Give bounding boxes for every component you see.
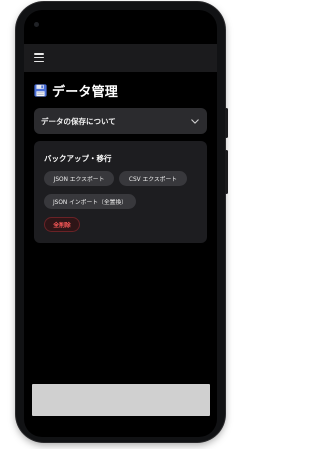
phone-side-button <box>225 108 228 138</box>
delete-all-button[interactable]: 全削除 <box>44 217 80 232</box>
floppy-disk-icon <box>34 84 47 97</box>
storage-info-accordion[interactable]: データの保存について <box>34 108 207 134</box>
hamburger-menu-icon[interactable] <box>34 53 44 63</box>
backup-card: バックアップ・移行 JSON エクスポート CSV エクスポート JSON イン… <box>34 141 207 243</box>
json-export-button[interactable]: JSON エクスポート <box>44 171 114 186</box>
phone-volume-button <box>225 150 228 194</box>
csv-export-button[interactable]: CSV エクスポート <box>119 171 187 186</box>
accordion-label: データの保存について <box>41 116 116 126</box>
json-import-button[interactable]: JSON インポート（全置換） <box>44 194 136 209</box>
backup-card-title: バックアップ・移行 <box>44 154 112 163</box>
front-camera <box>34 22 39 27</box>
page-title: データ管理 <box>52 85 119 100</box>
app-header <box>24 44 217 72</box>
page-title-row: データ管理 <box>34 81 118 100</box>
chevron-down-icon <box>191 118 199 124</box>
phone-screen: データ管理 データの保存について バックアップ・移行 JSON エクスポート C… <box>24 10 217 437</box>
bottom-bar <box>32 384 210 416</box>
